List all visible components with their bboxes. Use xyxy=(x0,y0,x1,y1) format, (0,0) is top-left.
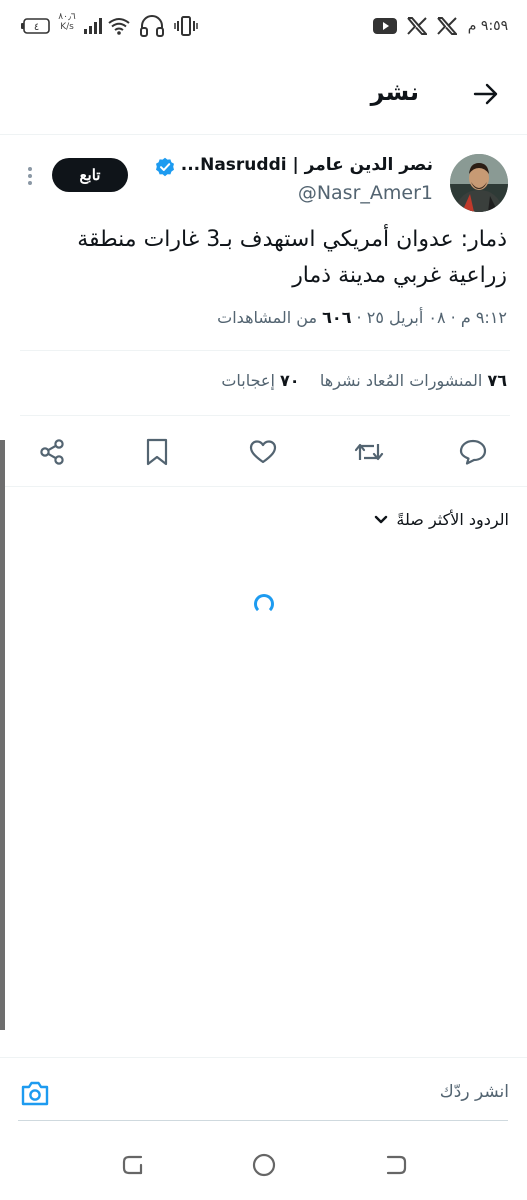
back-nav-icon xyxy=(386,1155,407,1175)
repost-button[interactable] xyxy=(349,432,389,472)
home-button[interactable] xyxy=(250,1151,278,1179)
tweet-time[interactable]: ٩:١٢ م xyxy=(461,308,507,327)
meta-separator: · xyxy=(351,308,362,327)
tweet-text: ذمار: عدوان أمريكي استهدف بـ3 غارات منطق… xyxy=(37,222,507,294)
more-button[interactable] xyxy=(20,162,40,190)
follow-button[interactable]: تابع xyxy=(52,158,128,192)
likes-count: ٧٠ xyxy=(280,371,300,390)
network-speed: ٨٠٫٦ K/s xyxy=(56,12,78,32)
wifi-icon xyxy=(106,14,132,38)
reposts-count: ٧٦ xyxy=(487,371,507,390)
camera-icon xyxy=(21,1081,49,1106)
views-label: من المشاهدات xyxy=(217,308,318,327)
replies-sort-label: الردود الأكثر صلةً xyxy=(396,510,509,529)
meta-separator: · xyxy=(445,308,456,327)
views-count: ٦٠٦ xyxy=(322,308,352,327)
tweet-meta: ٩:١٢ م · ٠٨ أبريل ٢٥ · ٦٠٦ من المشاهدات xyxy=(217,308,507,327)
loading-spinner xyxy=(254,594,274,614)
likes-label: إعجابات xyxy=(221,371,275,390)
back-nav-button[interactable] xyxy=(382,1151,410,1179)
signal-icon xyxy=(83,14,103,38)
x-icon xyxy=(436,14,458,38)
back-button[interactable] xyxy=(470,78,502,110)
replies-sort-dropdown[interactable]: الردود الأكثر صلةً xyxy=(374,510,509,529)
tweet-text-line: زراعية غربي مدينة ذمار xyxy=(292,263,507,288)
reposts-label: المنشورات المُعاد نشرها xyxy=(319,371,483,390)
tweet-date[interactable]: ٠٨ أبريل ٢٥ xyxy=(367,308,446,327)
meta-divider xyxy=(20,350,510,351)
actions-divider xyxy=(0,486,527,487)
reply-input-underline xyxy=(18,1120,508,1121)
status-bar: ٤ ٨٠٫٦ K/s ٩:٥٩ م xyxy=(0,0,527,52)
x-icon xyxy=(406,14,428,38)
repost-icon xyxy=(354,443,384,461)
camera-button[interactable] xyxy=(20,1078,50,1108)
share-button[interactable] xyxy=(32,432,72,472)
status-time: ٩:٥٩ م xyxy=(467,18,509,34)
header-divider xyxy=(0,134,527,135)
network-speed-unit: K/s xyxy=(60,22,74,32)
youtube-icon xyxy=(372,14,398,38)
battery-icon: ٤ xyxy=(20,14,52,38)
chevron-down-icon xyxy=(375,515,388,523)
recents-icon xyxy=(122,1155,143,1175)
verified-badge-icon xyxy=(155,157,175,177)
scroll-indicator xyxy=(0,440,5,1030)
recent-apps-button[interactable] xyxy=(119,1151,147,1179)
share-icon xyxy=(40,439,64,465)
bookmark-icon xyxy=(146,438,168,466)
back-arrow-icon xyxy=(473,83,498,105)
more-icon xyxy=(28,167,32,185)
display-name[interactable]: نصر الدين عامر | Nasruddi... xyxy=(181,155,433,175)
network-speed-value: ٨٠٫٦ xyxy=(58,12,76,22)
reposts-stat[interactable]: ٧٦ المنشورات المُعاد نشرها xyxy=(320,371,507,390)
tweet-stats: ٧٦ المنشورات المُعاد نشرها ٧٠ إعجابات xyxy=(221,371,507,390)
headphones-icon xyxy=(138,14,166,38)
reply-button[interactable] xyxy=(453,432,493,472)
reply-icon xyxy=(459,439,487,465)
tweet-text-line: ذمار: عدوان أمريكي استهدف بـ3 غارات منطق… xyxy=(77,227,507,252)
like-button[interactable] xyxy=(243,432,283,472)
bookmark-button[interactable] xyxy=(137,432,177,472)
vibrate-icon xyxy=(174,14,198,38)
home-icon xyxy=(252,1153,276,1177)
handle[interactable]: @Nasr_Amer1 xyxy=(298,182,433,204)
reply-input[interactable]: انشر ردّك xyxy=(440,1082,509,1102)
like-icon xyxy=(249,440,277,464)
likes-stat[interactable]: ٧٠ إعجابات xyxy=(221,371,299,390)
avatar[interactable] xyxy=(450,154,508,212)
page-title: نشر xyxy=(370,78,419,106)
battery-level: ٤ xyxy=(34,22,39,33)
stats-divider xyxy=(20,415,510,416)
